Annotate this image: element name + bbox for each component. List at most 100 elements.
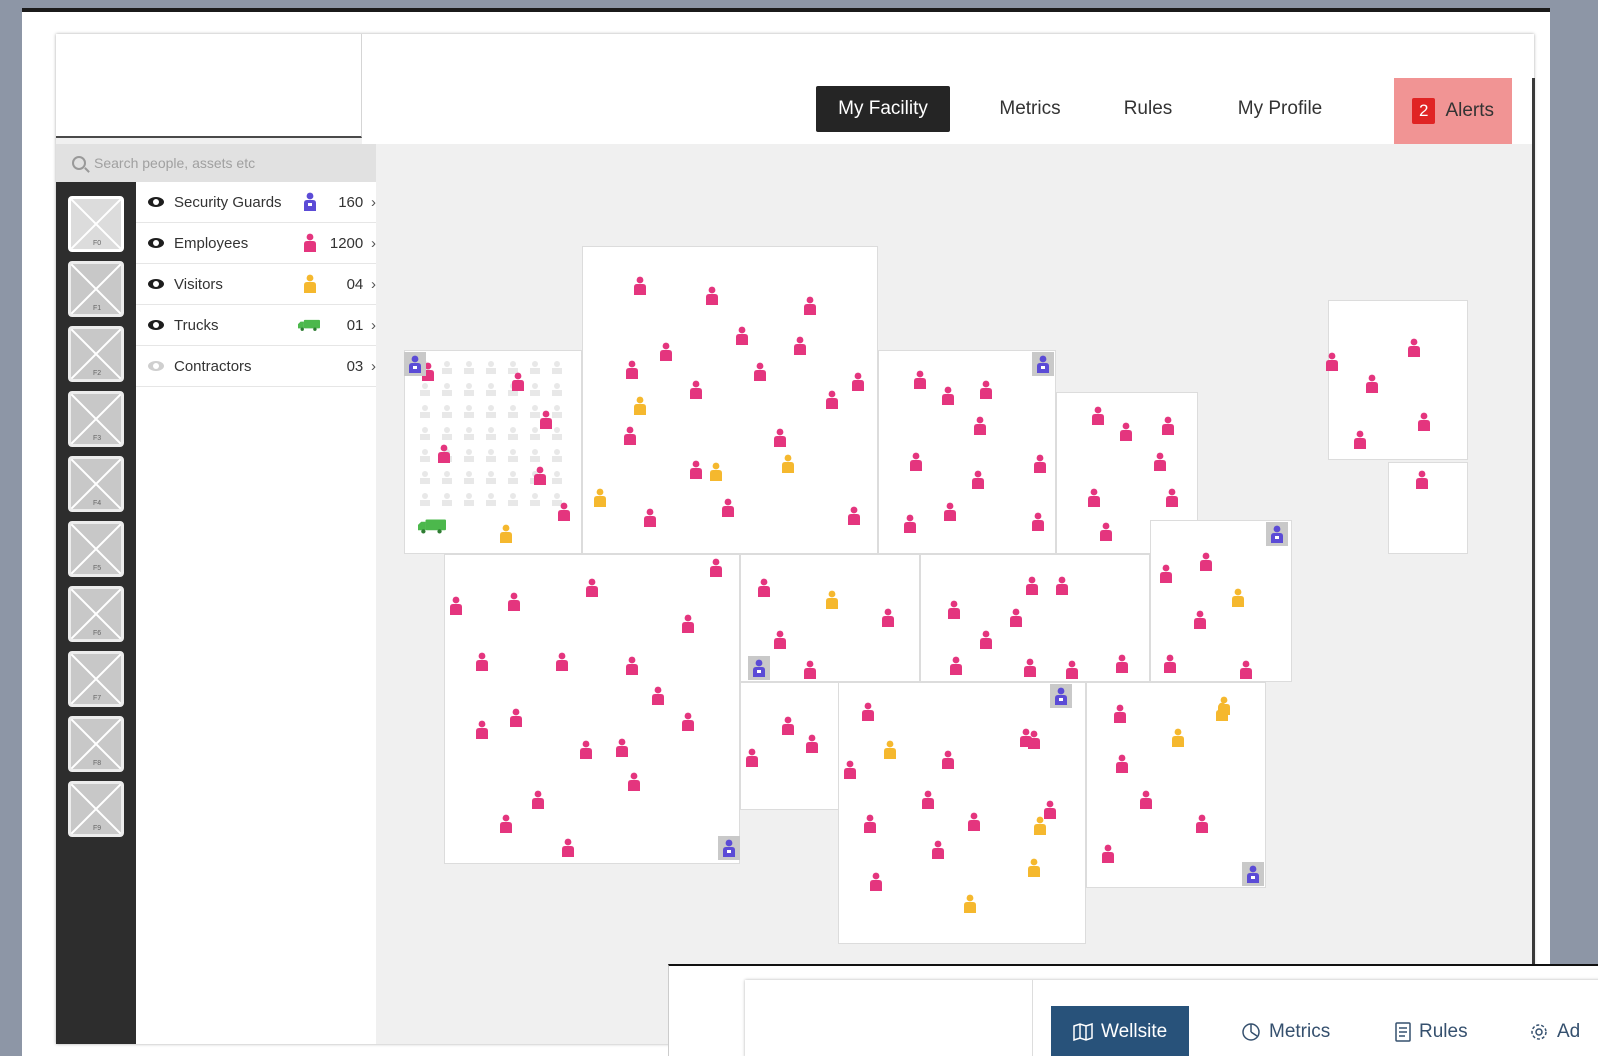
- employee-marker[interactable]: [512, 372, 524, 392]
- employee-marker[interactable]: [1196, 814, 1208, 834]
- eye-icon[interactable]: [148, 320, 164, 330]
- employee-marker[interactable]: [562, 838, 574, 858]
- employee-marker[interactable]: [1408, 338, 1420, 358]
- visitor-marker[interactable]: [500, 524, 512, 544]
- visitor-marker[interactable]: [1028, 858, 1040, 878]
- alerts-button[interactable]: 2 Alerts: [1394, 78, 1512, 144]
- employee-marker[interactable]: [682, 614, 694, 634]
- floor-thumb-f8[interactable]: F8: [68, 716, 124, 772]
- employee-marker[interactable]: [1366, 374, 1378, 394]
- employee-marker[interactable]: [500, 814, 512, 834]
- visitor-marker[interactable]: [964, 894, 976, 914]
- employee-marker[interactable]: [580, 740, 592, 760]
- employee-marker[interactable]: [1326, 352, 1338, 372]
- employee-marker[interactable]: [626, 360, 638, 380]
- employee-marker[interactable]: [532, 790, 544, 810]
- employee-marker[interactable]: [1102, 844, 1114, 864]
- facility-floor-map[interactable]: [376, 182, 1532, 1044]
- employee-marker[interactable]: [932, 840, 944, 860]
- employee-marker[interactable]: [1120, 422, 1132, 442]
- guard-marker[interactable]: [1032, 352, 1054, 376]
- employee-marker[interactable]: [862, 702, 874, 722]
- employee-marker[interactable]: [1026, 576, 1038, 596]
- employee-marker[interactable]: [710, 558, 722, 578]
- tab-rules[interactable]: Rules: [1108, 86, 1188, 132]
- employee-marker[interactable]: [1116, 654, 1128, 674]
- visitor-marker[interactable]: [1218, 696, 1230, 716]
- employee-marker[interactable]: [806, 734, 818, 754]
- eye-off-icon[interactable]: [148, 361, 164, 371]
- tab-admin[interactable]: Ad: [1507, 1006, 1598, 1056]
- tab-rules-2[interactable]: Rules: [1373, 1006, 1490, 1056]
- employee-marker[interactable]: [1418, 412, 1430, 432]
- room[interactable]: [1328, 300, 1468, 460]
- employee-marker[interactable]: [804, 296, 816, 316]
- floor-thumb-f6[interactable]: F6: [68, 586, 124, 642]
- employee-marker[interactable]: [1140, 790, 1152, 810]
- guard-marker[interactable]: [1050, 684, 1072, 708]
- employee-marker[interactable]: [914, 370, 926, 390]
- floor-thumb-f4[interactable]: F4: [68, 456, 124, 512]
- employee-marker[interactable]: [1034, 454, 1046, 474]
- visitor-marker[interactable]: [884, 740, 896, 760]
- floor-thumb-f9[interactable]: F9: [68, 781, 124, 837]
- tab-my-facility[interactable]: My Facility: [816, 86, 950, 132]
- eye-icon[interactable]: [148, 279, 164, 289]
- employee-marker[interactable]: [1160, 564, 1172, 584]
- employee-marker[interactable]: [540, 410, 552, 430]
- visitor-marker[interactable]: [710, 462, 722, 482]
- guard-marker[interactable]: [748, 656, 770, 680]
- employee-marker[interactable]: [1162, 416, 1174, 436]
- tab-my-profile[interactable]: My Profile: [1220, 86, 1340, 132]
- legend-row-visitors[interactable]: Visitors 04 ›: [136, 264, 376, 305]
- employee-marker[interactable]: [510, 708, 522, 728]
- employee-marker[interactable]: [660, 342, 672, 362]
- employee-marker[interactable]: [1010, 608, 1022, 628]
- floor-thumb-f0[interactable]: F0: [68, 196, 124, 252]
- tab-metrics-2[interactable]: Metrics: [1219, 1006, 1352, 1056]
- employee-marker[interactable]: [634, 276, 646, 296]
- employee-marker[interactable]: [682, 712, 694, 732]
- employee-marker[interactable]: [1116, 754, 1128, 774]
- truck-marker[interactable]: [418, 518, 446, 534]
- employee-marker[interactable]: [754, 362, 766, 382]
- employee-marker[interactable]: [626, 656, 638, 676]
- visitor-marker[interactable]: [594, 488, 606, 508]
- employee-marker[interactable]: [616, 738, 628, 758]
- employee-marker[interactable]: [556, 652, 568, 672]
- employee-marker[interactable]: [690, 380, 702, 400]
- employee-marker[interactable]: [980, 380, 992, 400]
- visitor-marker[interactable]: [1172, 728, 1184, 748]
- floor-thumb-f3[interactable]: F3: [68, 391, 124, 447]
- employee-marker[interactable]: [870, 872, 882, 892]
- room[interactable]: [444, 554, 740, 864]
- employee-marker[interactable]: [950, 656, 962, 676]
- employee-marker[interactable]: [508, 592, 520, 612]
- employee-marker[interactable]: [1092, 406, 1104, 426]
- employee-marker[interactable]: [944, 502, 956, 522]
- legend-row-contractors[interactable]: Contractors 03 ›: [136, 346, 376, 387]
- legend-row-employees[interactable]: Employees 1200 ›: [136, 223, 376, 264]
- employee-marker[interactable]: [882, 608, 894, 628]
- employee-marker[interactable]: [774, 428, 786, 448]
- employee-marker[interactable]: [706, 286, 718, 306]
- employee-marker[interactable]: [476, 652, 488, 672]
- employee-marker[interactable]: [652, 686, 664, 706]
- employee-marker[interactable]: [804, 660, 816, 680]
- floor-thumb-f7[interactable]: F7: [68, 651, 124, 707]
- visitor-marker[interactable]: [1232, 588, 1244, 608]
- employee-marker[interactable]: [534, 466, 546, 486]
- floor-thumb-f2[interactable]: F2: [68, 326, 124, 382]
- visitor-marker[interactable]: [826, 590, 838, 610]
- visitor-marker[interactable]: [634, 396, 646, 416]
- guard-marker[interactable]: [718, 836, 740, 860]
- guard-marker[interactable]: [1266, 522, 1288, 546]
- employee-marker[interactable]: [1066, 660, 1078, 680]
- employee-marker[interactable]: [586, 578, 598, 598]
- employee-marker[interactable]: [1416, 470, 1428, 490]
- employee-marker[interactable]: [972, 470, 984, 490]
- employee-marker[interactable]: [690, 460, 702, 480]
- employee-marker[interactable]: [1100, 522, 1112, 542]
- employee-marker[interactable]: [1240, 660, 1252, 680]
- employee-marker[interactable]: [722, 498, 734, 518]
